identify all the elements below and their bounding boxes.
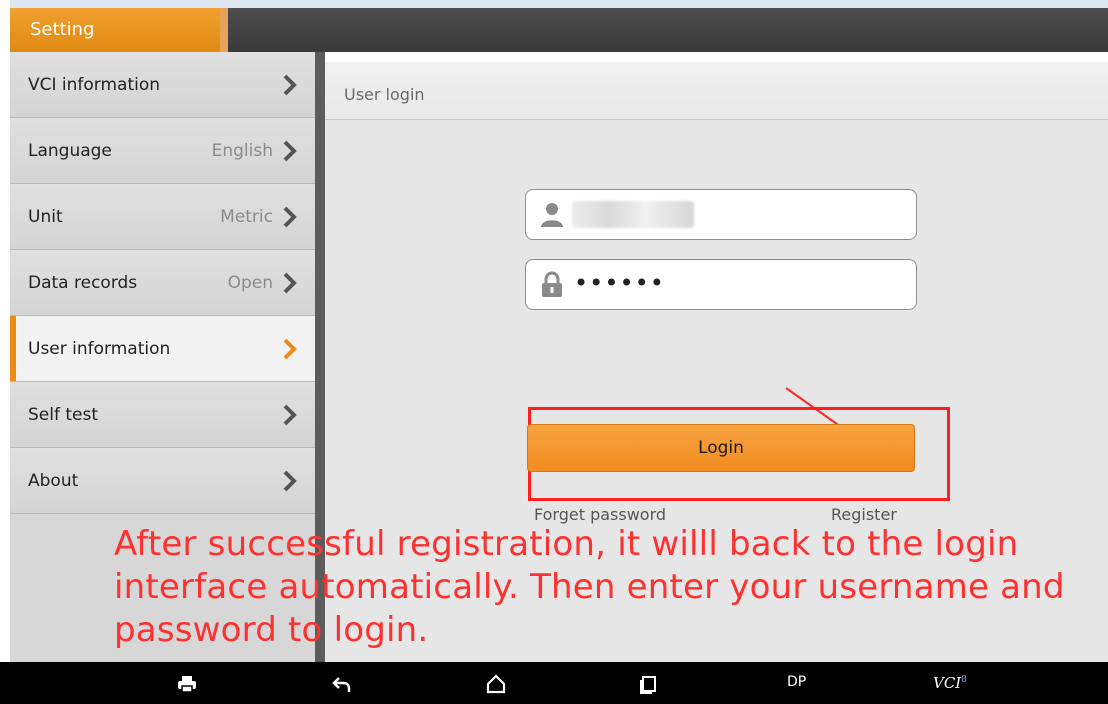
username-field[interactable] xyxy=(525,189,917,240)
print-icon[interactable] xyxy=(176,673,198,695)
user-icon xyxy=(541,203,563,227)
sidebar-item-label: Self test xyxy=(28,404,99,425)
sidebar-item-language[interactable]: Language English xyxy=(10,118,315,184)
sidebar-item-vci-information[interactable]: VCI information xyxy=(10,52,315,118)
chevron-right-icon xyxy=(283,272,297,293)
chevron-right-icon xyxy=(283,404,297,425)
recent-apps-icon[interactable] xyxy=(638,673,658,695)
sidebar-item-self-test[interactable]: Self test xyxy=(10,382,315,448)
sidebar-item-unit[interactable]: Unit Metric xyxy=(10,184,315,250)
home-icon[interactable] xyxy=(485,673,507,695)
sidebar-item-user-information[interactable]: User information xyxy=(10,316,315,382)
sidebar-item-label: Language xyxy=(28,140,112,161)
sidebar-item-label: Unit xyxy=(28,206,63,227)
sidebar-item-value: Metric xyxy=(220,206,273,227)
dp-button[interactable]: DP xyxy=(787,674,806,690)
chevron-right-icon xyxy=(283,206,297,227)
vci-label: VCI xyxy=(933,674,962,692)
forget-password-link[interactable]: Forget password xyxy=(534,505,666,524)
system-navigation-bar: DP VCI8 xyxy=(0,662,1108,704)
lock-icon xyxy=(542,271,562,297)
vci-status[interactable]: VCI8 xyxy=(933,674,967,692)
vci-badge: 8 xyxy=(961,675,967,685)
chevron-right-icon xyxy=(283,74,297,95)
window-edge xyxy=(0,0,10,704)
chevron-right-icon xyxy=(283,338,297,359)
username-value-blurred xyxy=(572,201,694,228)
password-field[interactable]: •••••• xyxy=(525,259,917,310)
login-button[interactable]: Login xyxy=(527,424,915,472)
sidebar-item-label: About xyxy=(28,470,79,491)
register-link[interactable]: Register xyxy=(831,505,897,524)
sidebar-item-about[interactable]: About xyxy=(10,448,315,514)
sidebar-item-label: Data records xyxy=(28,272,138,293)
sidebar-item-label: VCI information xyxy=(28,74,161,95)
password-mask: •••••• xyxy=(574,269,665,297)
sidebar-item-value: English xyxy=(211,140,273,161)
app-screen: Setting VCI information Language English… xyxy=(0,0,1108,704)
title-bar: Setting xyxy=(10,0,1108,52)
app-title: Setting xyxy=(10,8,228,52)
back-icon[interactable] xyxy=(332,673,352,695)
sidebar-item-label: User information xyxy=(28,338,171,359)
instruction-annotation: After successful registration, it willl … xyxy=(114,524,1065,650)
panel-title: User login xyxy=(325,62,1108,120)
chevron-right-icon xyxy=(283,470,297,491)
sidebar-item-value: Open xyxy=(227,272,273,293)
sidebar-item-data-records[interactable]: Data records Open xyxy=(10,250,315,316)
chevron-right-icon xyxy=(283,140,297,161)
